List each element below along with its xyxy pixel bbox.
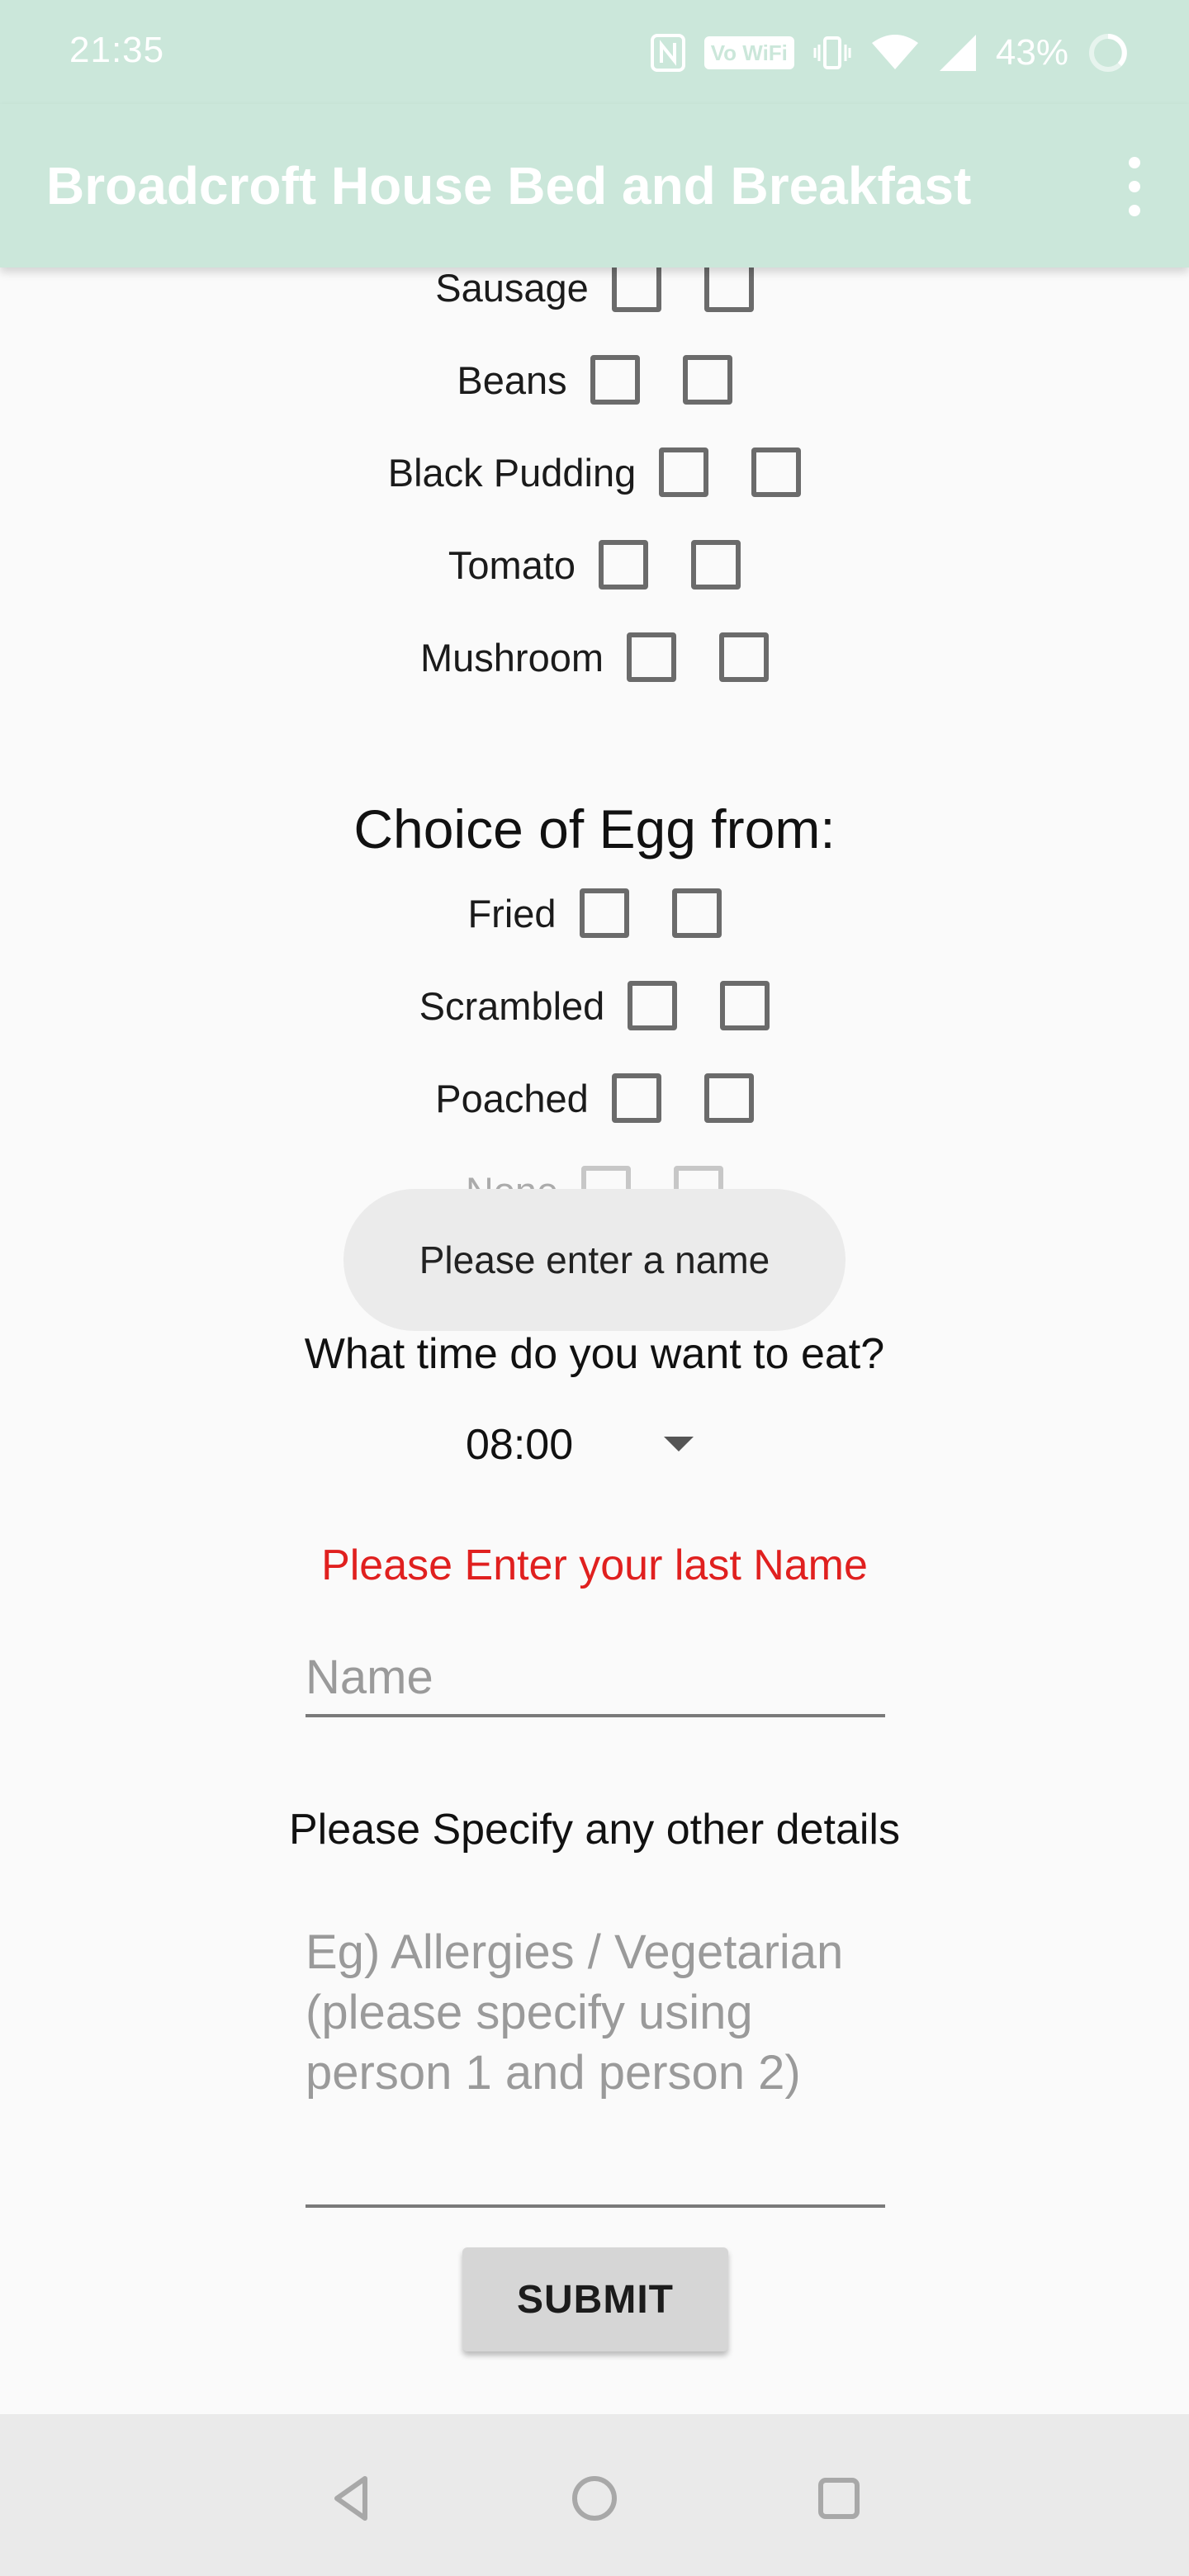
person2-checkbox[interactable] [703, 1073, 754, 1123]
person1-checkbox[interactable] [590, 355, 640, 405]
person2-checkbox[interactable] [719, 632, 769, 682]
recents-square-icon[interactable] [799, 2459, 879, 2538]
last-name-input[interactable]: Name [306, 1635, 885, 1717]
person2-checkbox[interactable] [671, 888, 722, 938]
egg-option-label: Poached [435, 1076, 589, 1120]
app-bar: Broadcroft House Bed and Breakfast [0, 104, 1189, 268]
signal-icon [938, 33, 978, 73]
breakfast-row: Black Pudding [0, 439, 1189, 505]
battery-charging-icon [1087, 31, 1130, 74]
breakfast-row: Mushroom [0, 624, 1189, 690]
time-question: What time do you want to eat? [304, 1330, 885, 1378]
breakfast-item-label: Sausage [435, 265, 589, 310]
status-icons: Vo WiFi 43% [650, 30, 1130, 76]
vibrate-icon [812, 33, 852, 73]
app-title: Broadcroft House Bed and Breakfast [46, 156, 972, 215]
status-bar: 21:35 Vo WiFi 43% [0, 0, 1189, 104]
breakfast-row: Tomato [0, 532, 1189, 598]
name-error-text: Please Enter your last Name [321, 1541, 868, 1589]
person2-checkbox[interactable] [703, 263, 754, 312]
toast-message: Please enter a name [343, 1189, 846, 1331]
navigation-bar [0, 2414, 1189, 2576]
wifi-calling-badge: Vo WiFi [703, 36, 794, 69]
status-time: 21:35 [69, 30, 165, 70]
battery-percent: 43% [995, 32, 1068, 73]
person1-checkbox[interactable] [611, 263, 661, 312]
person1-checkbox[interactable] [579, 888, 629, 938]
back-triangle-icon[interactable] [312, 2459, 391, 2538]
egg-section-heading: Choice of Egg from: [353, 798, 836, 859]
person1-checkbox[interactable] [611, 1073, 661, 1123]
egg-option-row: Scrambled [0, 973, 1189, 1039]
details-input[interactable]: Eg) Allergies / Vegetarian (please speci… [306, 1909, 885, 2208]
details-label: Please Specify any other details [289, 1806, 900, 1854]
wifi-icon [870, 33, 920, 73]
dropdown-arrow-icon [664, 1437, 694, 1451]
person2-checkbox[interactable] [691, 540, 741, 590]
person1-checkbox[interactable] [659, 447, 709, 497]
breakfast-item-label: Beans [457, 358, 567, 402]
egg-option-row: Fried [0, 880, 1189, 946]
breakfast-item-label: Tomato [448, 542, 576, 587]
egg-option-label: Fried [467, 891, 557, 935]
breakfast-item-label: Mushroom [419, 635, 604, 680]
submit-button[interactable]: SUBMIT [462, 2247, 728, 2351]
details-placeholder: Eg) Allergies / Vegetarian (please speci… [306, 1925, 844, 2100]
person1-checkbox[interactable] [599, 540, 649, 590]
person2-checkbox[interactable] [682, 355, 732, 405]
time-spinner-value: 08:00 [466, 1421, 574, 1469]
person2-checkbox[interactable] [751, 447, 802, 497]
nfc-icon [650, 33, 686, 73]
person1-checkbox[interactable] [627, 632, 676, 682]
screen: 21:35 Vo WiFi 43% Broadcroft House Bed a… [0, 0, 1189, 2576]
breakfast-row: Beans [0, 347, 1189, 413]
time-spinner[interactable]: 08:00 [446, 1404, 743, 1486]
person2-checkbox[interactable] [720, 981, 770, 1030]
egg-option-row: Poached [0, 1065, 1189, 1131]
person1-checkbox[interactable] [628, 981, 678, 1030]
more-vert-icon[interactable] [1113, 157, 1156, 216]
home-circle-icon[interactable] [555, 2459, 634, 2538]
breakfast-item-label: Black Pudding [387, 450, 637, 495]
egg-option-label: Scrambled [419, 983, 605, 1028]
last-name-placeholder: Name [306, 1650, 433, 1704]
